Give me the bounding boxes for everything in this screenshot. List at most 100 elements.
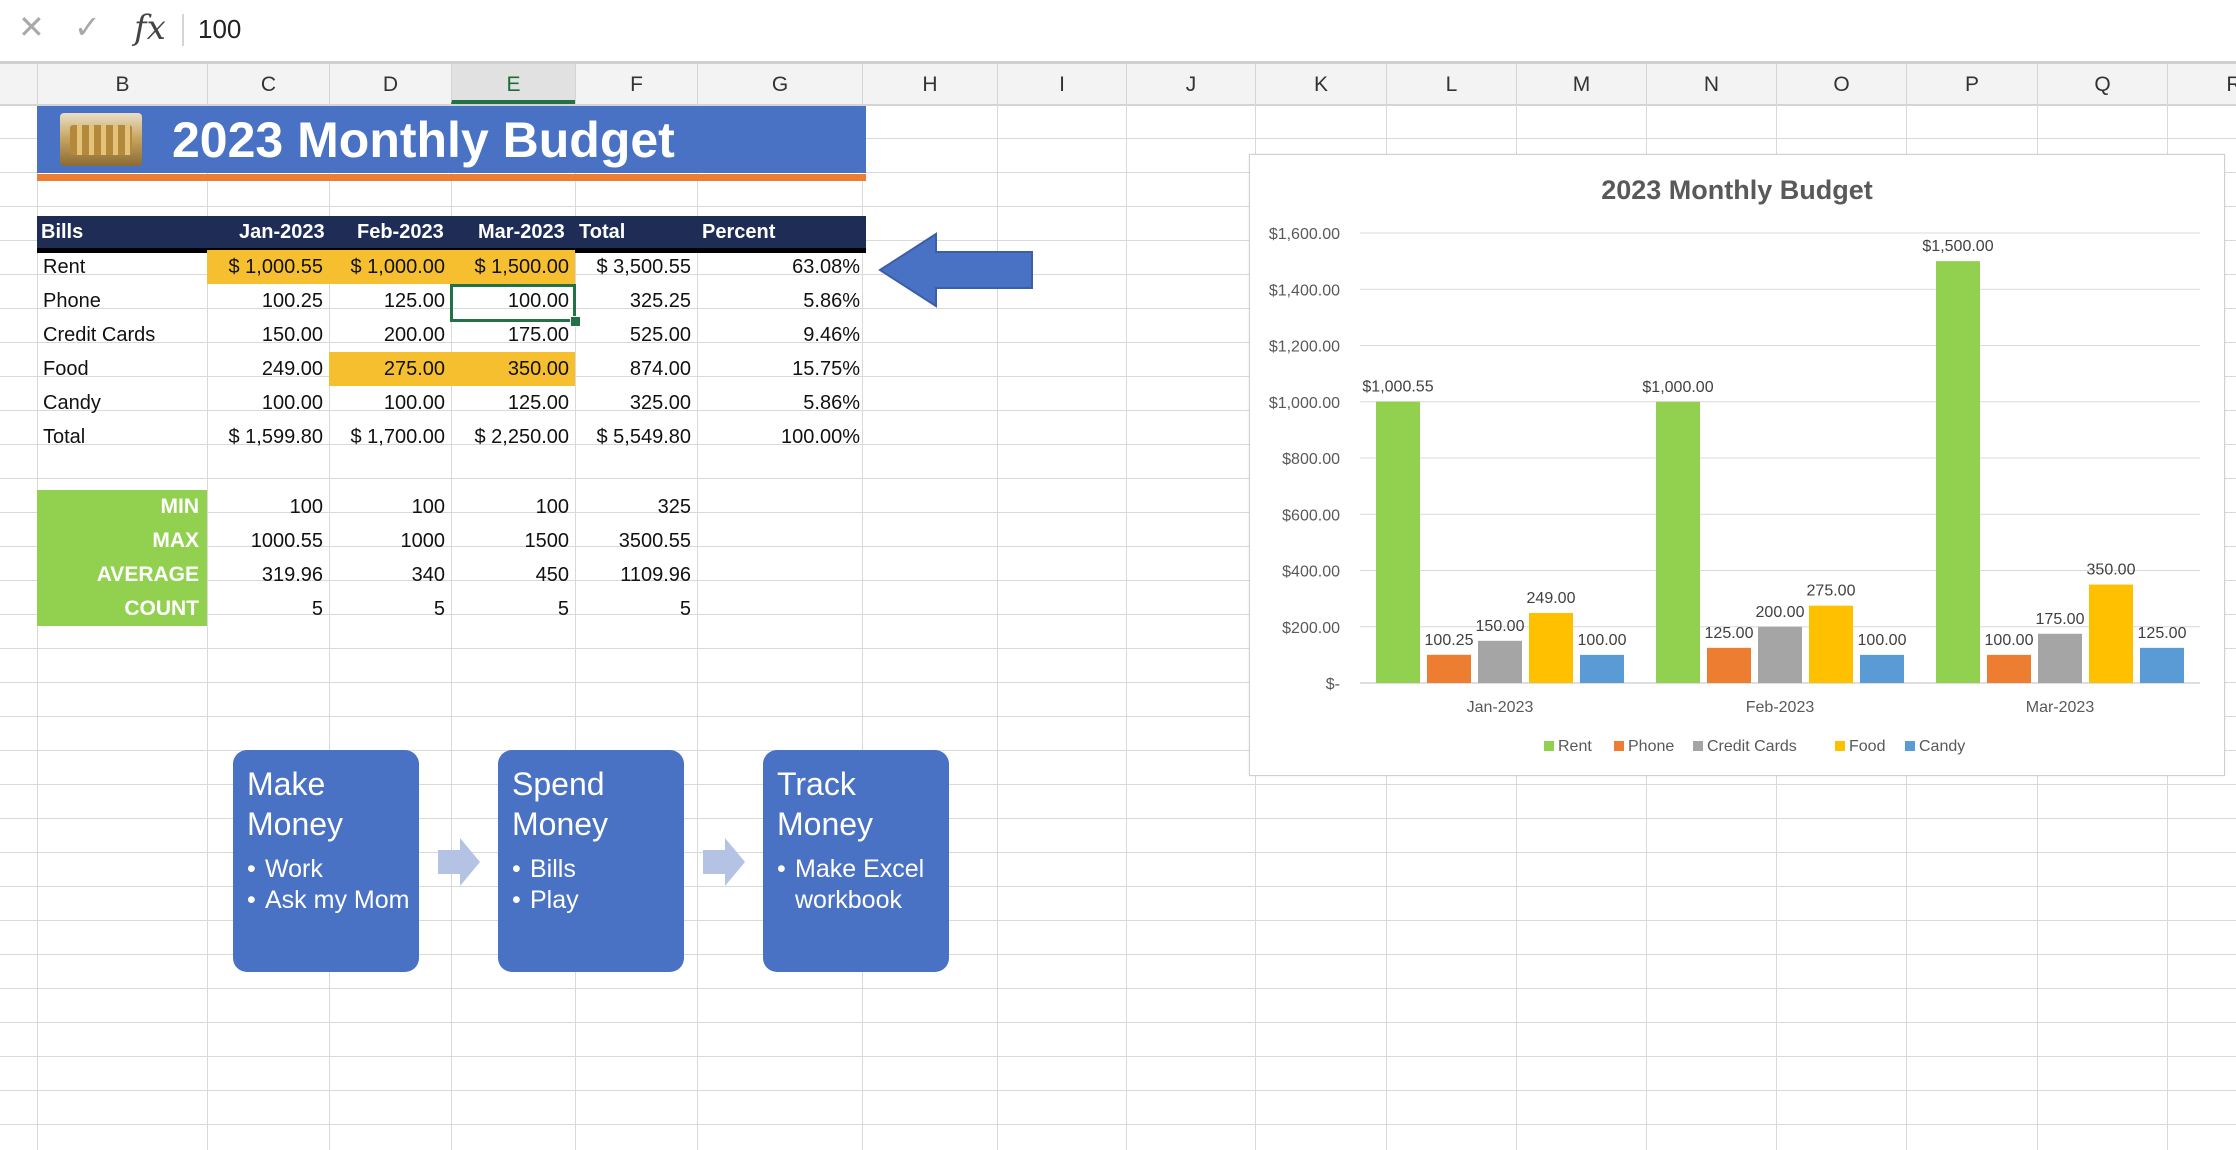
smartart-box-spend-money[interactable]: Spend Money Bills Play [498,750,684,972]
table-cell[interactable]: 5.86% [697,284,866,318]
smartart-box-track-money[interactable]: Track Money Make Excel workbook [763,750,949,972]
stat-value-cell[interactable]: 325 [575,490,697,524]
formula-input[interactable]: 100 [198,14,241,45]
table-cell[interactable]: 249.00 [207,352,329,386]
table-cell[interactable]: 325.00 [575,386,697,420]
data-label: 150.00 [1476,618,1525,635]
table-cell[interactable]: 350.00 [451,352,575,386]
column-header-b[interactable]: B [37,64,207,104]
stat-value-cell[interactable]: 5 [207,592,329,626]
left-arrow-shape[interactable] [878,232,1034,308]
legend-label: Candy [1919,738,1965,755]
stat-value-cell[interactable]: 5 [575,592,697,626]
smartart-box-make-money[interactable]: Make Money Work Ask my Mom [233,750,419,972]
table-cell[interactable]: 100.00 [207,386,329,420]
column-header-g[interactable]: G [697,64,862,104]
column-header-q[interactable]: Q [2037,64,2167,104]
column-header-i[interactable]: I [997,64,1126,104]
header-mar[interactable]: Mar-2023 [478,216,565,248]
stat-value-cell[interactable]: 100 [451,490,575,524]
table-cell[interactable]: 325.25 [575,284,697,318]
y-tick-label: $1,600.00 [1269,226,1340,243]
budget-chart[interactable]: 2023 Monthly Budget $- $200.00 $400.00 $600.… [1249,154,2225,776]
stat-value-cell[interactable]: 1000.55 [207,524,329,558]
column-header-r[interactable]: R [2167,64,2236,104]
column-header-f[interactable]: F [575,64,697,104]
table-cell[interactable]: 150.00 [207,318,329,352]
fx-icon[interactable]: fx [134,8,166,48]
bill-name-cell[interactable]: Rent [37,250,207,284]
bill-name-cell[interactable]: Food [37,352,207,386]
column-header-j[interactable]: J [1126,64,1255,104]
bill-name-cell[interactable]: Total [37,420,207,454]
table-cell[interactable]: 15.75% [697,352,866,386]
table-cell[interactable]: $ 1,700.00 [329,420,451,454]
stat-value-cell[interactable]: 340 [329,558,451,592]
table-cell[interactable]: 100.00 [329,386,451,420]
bill-name-cell[interactable]: Candy [37,386,207,420]
header-jan[interactable]: Jan-2023 [239,216,325,248]
column-header-l[interactable]: L [1386,64,1516,104]
column-header-k[interactable]: K [1255,64,1386,104]
header-total[interactable]: Total [579,216,625,248]
column-header-e[interactable]: E [451,64,575,104]
stat-label-count[interactable]: COUNT [37,592,207,626]
table-cell[interactable]: 125.00 [451,386,575,420]
table-cell[interactable]: $ 3,500.55 [575,250,697,284]
table-cell[interactable]: 200.00 [329,318,451,352]
table-cell[interactable]: $ 5,549.80 [575,420,697,454]
stat-label-average[interactable]: AVERAGE [37,558,207,592]
coins-image[interactable] [60,113,142,166]
stat-label-max[interactable]: MAX [37,524,207,558]
table-cell[interactable]: 9.46% [697,318,866,352]
table-cell[interactable]: 63.08% [697,250,866,284]
bill-name-cell[interactable]: Credit Cards [37,318,207,352]
stat-value-cell[interactable]: 1000 [329,524,451,558]
x-tick-label: Jan-2023 [1467,699,1534,716]
data-label: 125.00 [1705,625,1754,642]
stat-value-cell[interactable]: 5 [451,592,575,626]
stat-value-cell[interactable]: 100 [329,490,451,524]
table-cell[interactable]: $ 1,500.00 [451,250,575,284]
table-cell[interactable]: $ 2,250.00 [451,420,575,454]
smartart-bullet: Work [247,854,417,885]
stat-value-cell[interactable]: 5 [329,592,451,626]
active-cell[interactable] [450,284,576,322]
table-cell[interactable]: 874.00 [575,352,697,386]
table-cell[interactable]: $ 1,000.55 [207,250,329,284]
page-title: 2023 Monthly Budget [172,112,675,168]
header-bills[interactable]: Bills [41,216,83,248]
column-header-o[interactable]: O [1776,64,1906,104]
x-icon[interactable]: ✕ [18,8,45,46]
column-header-d[interactable]: D [329,64,451,104]
column-header-m[interactable]: M [1516,64,1646,104]
stat-value-cell[interactable]: 3500.55 [575,524,697,558]
stat-label-min[interactable]: MIN [37,490,207,524]
header-feb[interactable]: Feb-2023 [357,216,444,248]
column-header-h[interactable]: H [862,64,997,104]
column-header-n[interactable]: N [1646,64,1776,104]
table-cell[interactable]: 100.25 [207,284,329,318]
table-cell[interactable]: 100.00% [697,420,866,454]
stat-value-cell[interactable]: 1500 [451,524,575,558]
table-cell[interactable]: 175.00 [451,318,575,352]
stat-value-cell[interactable]: 319.96 [207,558,329,592]
table-cell[interactable]: 275.00 [329,352,451,386]
stat-value-cell[interactable]: 450 [451,558,575,592]
bill-name-cell[interactable]: Phone [37,284,207,318]
x-tick-label: Feb-2023 [1746,699,1815,716]
stat-value-cell[interactable]: 100 [207,490,329,524]
data-label: $1,500.00 [1922,238,1993,255]
table-cell[interactable]: $ 1,599.80 [207,420,329,454]
table-cell[interactable]: 5.86% [697,386,866,420]
check-icon[interactable]: ✓ [74,8,101,46]
fill-handle[interactable] [570,316,581,327]
column-header-p[interactable]: P [1906,64,2037,104]
column-header-c[interactable]: C [207,64,329,104]
stat-value-cell[interactable]: 1109.96 [575,558,697,592]
table-cell[interactable]: 125.00 [329,284,451,318]
header-percent[interactable]: Percent [702,216,775,248]
x-tick-label: Mar-2023 [2026,699,2095,716]
table-cell[interactable]: $ 1,000.00 [329,250,451,284]
table-cell[interactable]: 525.00 [575,318,697,352]
